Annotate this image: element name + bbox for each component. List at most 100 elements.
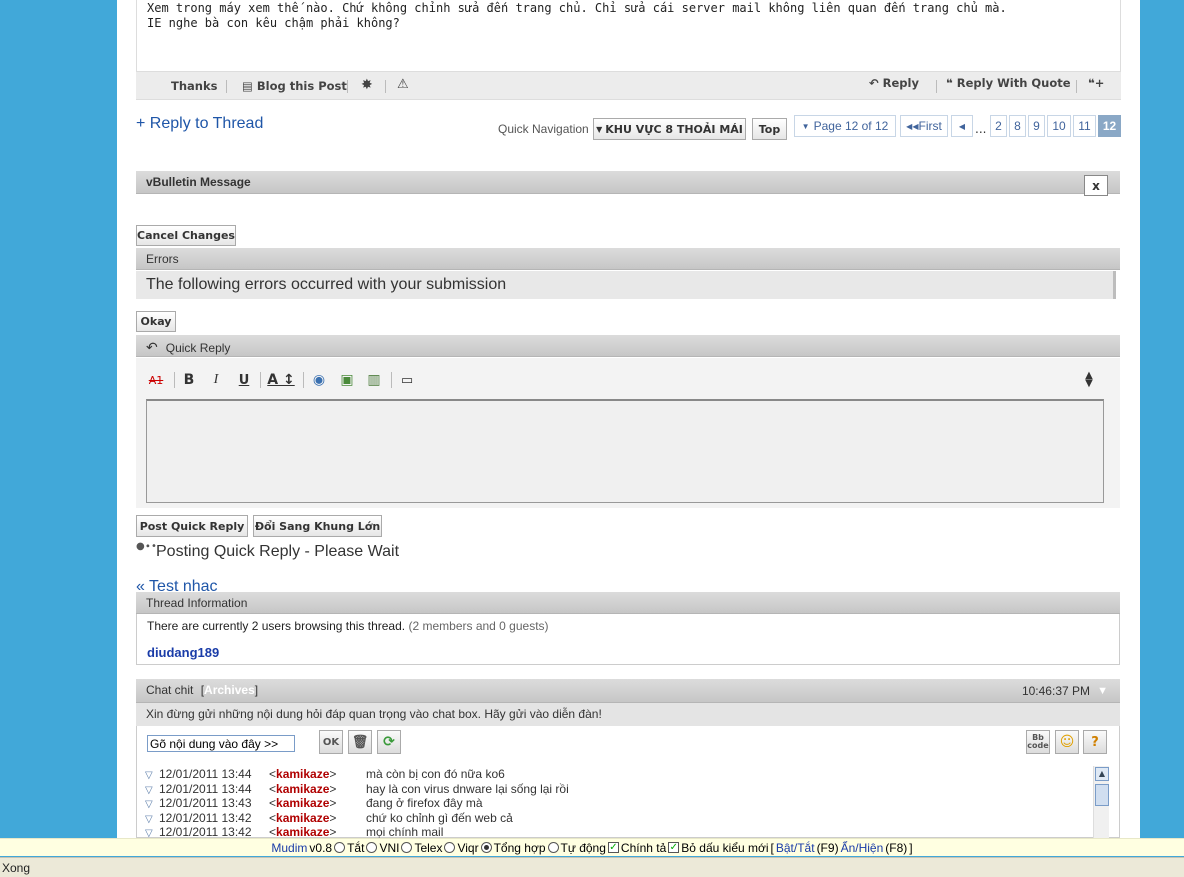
- mudim-link[interactable]: Mudim: [271, 841, 307, 855]
- remove-format-icon[interactable]: A1: [147, 371, 165, 389]
- message-user[interactable]: <kamikaze>: [269, 767, 366, 781]
- message-text: chứ ko chỉnh gì đến web cả: [366, 811, 513, 825]
- text-color-icon[interactable]: A ↕: [266, 371, 296, 389]
- scroll-thumb[interactable]: [1095, 784, 1109, 806]
- link-globe-icon[interactable]: ◉: [310, 371, 328, 389]
- message-user[interactable]: <kamikaze>: [269, 782, 366, 796]
- message-text: đang ở firefox đây mà: [366, 796, 483, 810]
- left-arrow-icon: ◀: [958, 121, 966, 131]
- posting-wait-text: Posting Quick Reply - Please Wait: [156, 543, 400, 560]
- checkbox-bodau[interactable]: ✓: [668, 842, 680, 853]
- chat-ok-button[interactable]: OK: [319, 730, 343, 754]
- collapse-chat-icon[interactable]: ▼: [1097, 685, 1108, 697]
- message-toggle-icon[interactable]: ▽: [145, 814, 159, 825]
- opt-vni-label: VNI: [379, 840, 400, 855]
- resize-editor-icon[interactable]: ▲ ▼: [1080, 371, 1098, 389]
- message-toggle-icon[interactable]: ▽: [145, 799, 159, 810]
- message-user[interactable]: <kamikaze>: [269, 825, 366, 838]
- error-message: The following errors occurred with your …: [136, 271, 1116, 299]
- an-hien-link[interactable]: Ẩn/Hiện: [841, 841, 884, 855]
- blog-post-button[interactable]: ▤ Blog this Post: [242, 79, 347, 93]
- thanks-button[interactable]: Thanks: [171, 79, 217, 93]
- radio-vni[interactable]: [366, 842, 378, 853]
- bbcode-button[interactable]: Bb code: [1026, 730, 1050, 754]
- italic-icon[interactable]: I: [207, 371, 225, 389]
- chat-archives-link[interactable]: Archives: [204, 683, 255, 697]
- scroll-up-icon[interactable]: ▲: [1095, 767, 1109, 781]
- okay-button[interactable]: Okay: [136, 311, 176, 332]
- message-username[interactable]: kamikaze: [276, 811, 329, 825]
- post-message: Xem trong máy xem thế nào. Chứ không chỉ…: [136, 0, 1121, 72]
- bold-icon[interactable]: B: [180, 371, 198, 389]
- multi-quote-icon[interactable]: ❝+: [1088, 76, 1104, 90]
- chat-message: ▽ 12/01/2011 13:42 <kamikaze> chứ ko chỉnh …: [145, 811, 513, 826]
- star-icon[interactable]: ✸: [361, 77, 373, 93]
- chat-message: ▽ 12/01/2011 13:44 <kamikaze> mà còn bị con…: [145, 767, 505, 782]
- report-warning-icon[interactable]: ⚠: [397, 77, 409, 92]
- quick-reply-textarea[interactable]: [146, 399, 1104, 503]
- opt-off-label: Tắt: [347, 840, 365, 855]
- message-time: 12/01/2011 13:44: [159, 767, 252, 781]
- chat-notice: Xin đừng gửi những nội dung hỏi đáp quan…: [136, 703, 1120, 726]
- archives-bracket: [Archives]: [200, 683, 259, 697]
- message-username[interactable]: kamikaze: [276, 782, 329, 796]
- reply-with-quote-button[interactable]: ❝ Reply With Quote: [946, 76, 1071, 90]
- radio-telex[interactable]: [401, 842, 413, 853]
- online-user-link[interactable]: diudang189: [147, 645, 219, 660]
- message-time: 12/01/2011 13:42: [159, 811, 252, 825]
- bat-tat-link[interactable]: Bật/Tắt: [776, 841, 815, 855]
- forum-select-dropdown[interactable]: ▼ KHU VỰC 8 THOẢI MÁI: [593, 118, 746, 140]
- divider: [174, 372, 175, 388]
- refresh-icon[interactable]: ⟳: [377, 730, 401, 754]
- page-link[interactable]: 2: [990, 115, 1007, 137]
- radio-viqr[interactable]: [444, 842, 456, 853]
- message-toggle-icon[interactable]: ▽: [145, 828, 159, 838]
- message-toggle-icon[interactable]: ▽: [145, 785, 159, 796]
- page-link[interactable]: 9: [1028, 115, 1045, 137]
- underline-icon[interactable]: U: [235, 371, 253, 389]
- reply-arrow-icon: ↶: [869, 76, 879, 90]
- radio-off[interactable]: [334, 842, 346, 853]
- chevron-down-icon: ▼: [801, 121, 810, 131]
- prev-page-button[interactable]: ◀: [951, 115, 973, 137]
- page-link[interactable]: 10: [1047, 115, 1071, 137]
- radio-tudong[interactable]: [547, 842, 559, 853]
- reply-button[interactable]: ↶ Reply: [869, 76, 919, 90]
- message-text: hay là con virus dnware lại sống lại rồi: [366, 782, 569, 796]
- image-icon[interactable]: ▣: [338, 371, 356, 389]
- chat-scrollbar[interactable]: ▲: [1093, 766, 1109, 838]
- trash-icon[interactable]: 🗑: [348, 730, 372, 754]
- cancel-changes-button[interactable]: Cancel Changes: [136, 225, 236, 246]
- post-quick-reply-button[interactable]: Post Quick Reply: [136, 515, 248, 537]
- first-page-button[interactable]: ◀◀ First: [900, 115, 948, 137]
- top-button[interactable]: Top: [752, 118, 787, 140]
- divider: [1076, 80, 1077, 93]
- reply-with-quote-label: Reply With Quote: [956, 76, 1071, 90]
- previous-thread-link[interactable]: « Test nhạc: [136, 578, 218, 591]
- help-icon[interactable]: ?: [1083, 730, 1107, 754]
- reply-to-thread-link[interactable]: + Reply to Thread: [136, 115, 263, 133]
- radio-tonghop[interactable]: [480, 842, 492, 853]
- switch-advanced-editor-button[interactable]: Đổi Sang Khung Lớn: [253, 515, 382, 537]
- message-username[interactable]: kamikaze: [276, 796, 329, 810]
- errors-title: Errors: [146, 252, 179, 266]
- message-user[interactable]: <kamikaze>: [269, 796, 366, 810]
- divider: [936, 80, 937, 93]
- message-user[interactable]: <kamikaze>: [269, 811, 366, 825]
- page-link[interactable]: 8: [1009, 115, 1026, 137]
- message-toggle-icon[interactable]: ▽: [145, 770, 159, 781]
- opt-viqr-label: Viqr: [457, 840, 479, 855]
- chat-input[interactable]: [147, 735, 295, 752]
- forum-page: Xem trong máy xem thế nào. Chứ không chỉ…: [117, 0, 1140, 838]
- post-line-2: IE nghe bà con kêu chậm phải không?: [147, 16, 400, 30]
- message-username[interactable]: kamikaze: [276, 767, 329, 781]
- browsing-text: There are currently 2 users browsing thi…: [147, 619, 549, 633]
- page-of-dropdown[interactable]: ▼ Page 12 of 12: [794, 115, 896, 137]
- video-icon[interactable]: ▥: [365, 371, 383, 389]
- smiley-icon[interactable]: ☺: [1055, 730, 1079, 754]
- close-message-button[interactable]: x: [1084, 175, 1108, 196]
- page-link[interactable]: 11: [1073, 115, 1096, 137]
- message-username[interactable]: kamikaze: [276, 825, 329, 838]
- quote-bubble-icon[interactable]: ▭: [398, 371, 416, 389]
- checkbox-chinhta[interactable]: ✓: [607, 842, 619, 853]
